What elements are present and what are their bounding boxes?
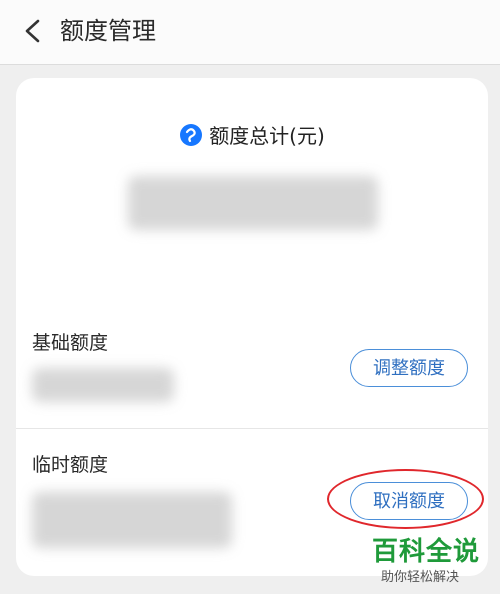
section-divider xyxy=(16,428,488,429)
total-quota-label: 额度总计(元) xyxy=(209,124,325,148)
chevron-left-icon[interactable] xyxy=(20,18,46,44)
app-header: 额度管理 xyxy=(0,0,500,65)
page-title: 额度管理 xyxy=(60,17,156,45)
temp-quota-label: 临时额度 xyxy=(32,454,109,476)
base-quota-label: 基础额度 xyxy=(32,332,109,354)
base-amount-redacted xyxy=(32,368,174,402)
total-amount-redacted xyxy=(128,176,378,230)
temp-amount-redacted xyxy=(32,492,232,548)
watermark-tagline: 助你轻松解决 xyxy=(381,570,460,585)
total-quota-heading: 额度总计(元) xyxy=(16,122,488,150)
watermark-logo: 百科全说 xyxy=(372,537,481,567)
adjust-quota-button[interactable]: 调整额度 xyxy=(350,349,468,387)
alipay-bubble-icon xyxy=(180,124,203,146)
highlight-annotation xyxy=(327,469,484,529)
